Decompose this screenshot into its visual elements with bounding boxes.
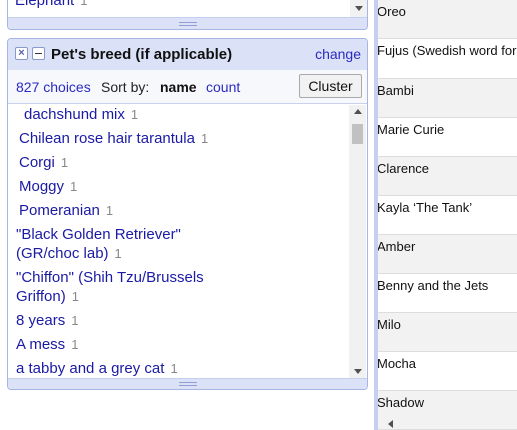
grid-cell[interactable]: Milo xyxy=(378,313,517,352)
facet-choice[interactable]: dachshund mix 1 xyxy=(24,105,351,124)
facet-choice-count: 1 xyxy=(80,0,88,8)
facet-header: × Pet's breed (if applicable) change xyxy=(8,39,367,70)
facet-choice-label[interactable]: "Black Golden Retriever" xyxy=(16,225,346,244)
grid-cell[interactable]: Mocha xyxy=(378,352,517,391)
grid-cell[interactable]: Amber xyxy=(378,235,517,274)
facet-resize-handle[interactable] xyxy=(8,378,367,389)
data-grid: Oreo Fujus (Swedish word for Bambi Marie… xyxy=(378,0,517,430)
facet-choice[interactable]: Pomeranian 1 xyxy=(19,201,349,220)
grid-cell[interactable]: Shadow xyxy=(378,391,517,430)
facet-title: Pet's breed (if applicable) xyxy=(51,46,233,63)
cluster-button[interactable]: Cluster xyxy=(299,74,362,98)
facet-choice-count: 1 xyxy=(114,246,122,261)
facet-choice-label[interactable]: Chilean rose hair tarantula xyxy=(19,130,195,147)
facet-choice-label[interactable]: "Chiffon" (Shih Tzu/Brussels xyxy=(16,268,346,287)
facet-choice-label[interactable]: Moggy xyxy=(19,178,64,195)
grid-cell-text: Benny and the Jets xyxy=(378,278,489,293)
scroll-down-arrow-icon[interactable] xyxy=(355,6,363,11)
grid-cell[interactable]: Fujus (Swedish word for xyxy=(378,39,517,79)
facet-choice-list: dachshund mix 1 Chilean rose hair tarantu… xyxy=(8,105,351,379)
grid-cell-text: Fujus (Swedish word for xyxy=(378,43,517,58)
grid-cell-text: Mocha xyxy=(378,356,417,371)
change-link[interactable]: change xyxy=(315,46,361,62)
facet-choice-label[interactable]: 8 years xyxy=(16,312,65,329)
sort-by-name[interactable]: name xyxy=(160,79,197,95)
grid-cell-text: Shadow xyxy=(378,395,424,410)
facet-choice-label[interactable]: Corgi xyxy=(19,154,55,171)
facet-choice[interactable]: 8 years 1 xyxy=(16,311,346,330)
scrollbar[interactable] xyxy=(350,0,367,18)
facet-choice-count: 1 xyxy=(200,131,209,146)
facet-choice-label[interactable]: A mess xyxy=(16,336,65,353)
scroll-down-arrow-icon[interactable] xyxy=(354,369,362,374)
grid-cell[interactable]: Bambi xyxy=(378,79,517,118)
facet-choice[interactable]: Elephant 1 xyxy=(15,0,87,9)
openrefine-workspace: Elephant1 F × Pet's breed (if applicable… xyxy=(0,0,517,430)
facet-choice-label[interactable]: a tabby and a grey cat xyxy=(16,360,164,377)
grip-line-icon xyxy=(178,25,197,26)
scroll-left-arrow-icon[interactable] xyxy=(388,420,393,428)
facet-choice-count: 1 xyxy=(170,361,178,376)
grid-cell-text: Amber xyxy=(378,239,416,254)
grip-line-icon xyxy=(178,22,197,23)
close-icon[interactable]: × xyxy=(15,47,28,60)
breed-facet: × Pet's breed (if applicable) change 827… xyxy=(7,38,368,390)
grid-cell[interactable]: Benny and the Jets xyxy=(378,274,517,313)
facet-choice-label-cont[interactable]: (GR/choc lab) xyxy=(16,245,109,262)
facet-choice-count: 1 xyxy=(60,155,69,170)
facet-choice-count: 1 xyxy=(70,179,78,194)
facet-choice-label[interactable]: Pomeranian xyxy=(19,202,100,219)
facet-choice[interactable]: "Black Golden Retriever" (GR/choc lab) 1 xyxy=(16,225,346,263)
facet-choice[interactable]: Chilean rose hair tarantula 1 xyxy=(19,129,349,148)
grip-line-icon xyxy=(178,382,197,383)
scrollbar-thumb[interactable] xyxy=(352,124,363,144)
grid-cell-text: Clarence xyxy=(378,161,430,176)
sort-by-count-link[interactable]: count xyxy=(206,79,240,95)
facet-choice[interactable]: A mess 1 xyxy=(16,335,346,354)
facet-resize-handle[interactable] xyxy=(8,17,367,29)
grid-cell[interactable]: Marie Curie xyxy=(378,118,517,157)
facet-panel: Elephant1 F × Pet's breed (if applicable… xyxy=(0,0,374,430)
grid-cell-text: Marie Curie xyxy=(378,122,445,137)
grid-cell-text: Milo xyxy=(378,317,401,332)
facet-choice[interactable]: Corgi 1 xyxy=(19,153,349,172)
facet-choice[interactable]: "Chiffon" (Shih Tzu/Brussels Griffon) 1 xyxy=(16,268,346,306)
grip-line-icon xyxy=(178,385,197,386)
facet-choice[interactable]: a tabby and a grey cat 1 xyxy=(16,359,346,378)
grid-cell-text: Oreo xyxy=(378,4,406,19)
grid-cell[interactable]: Clarence xyxy=(378,157,517,196)
previous-facet: Elephant1 F xyxy=(7,0,368,30)
facet-controls: 827 choices Sort by: name count Cluster xyxy=(8,70,367,104)
choices-count-link[interactable]: 827 choices xyxy=(16,79,91,95)
facet-choice-count: 1 xyxy=(105,203,114,218)
facet-choice-count: 1 xyxy=(130,107,139,122)
facet-choice-count: 1 xyxy=(71,337,79,352)
sort-by-label: Sort by: xyxy=(101,79,150,95)
scroll-up-arrow-icon[interactable] xyxy=(354,109,362,114)
facet-choice-count: 1 xyxy=(71,289,79,304)
grid-cell[interactable]: Kayla ‘The Tank’ xyxy=(378,196,517,235)
grid-cell-text: Bambi xyxy=(378,83,414,98)
choice-list-scrollbar[interactable] xyxy=(349,105,366,379)
facet-choice-label-cont[interactable]: Griffon) xyxy=(16,288,66,305)
minimize-icon[interactable] xyxy=(32,47,45,60)
grid-cell-text: Kayla ‘The Tank’ xyxy=(378,200,473,215)
facet-choice-label[interactable]: dachshund mix xyxy=(24,106,125,123)
grid-cell[interactable]: Oreo xyxy=(378,0,517,39)
facet-choice-label[interactable]: Elephant xyxy=(15,0,74,9)
facet-choice[interactable]: Moggy 1 xyxy=(19,177,349,196)
facet-choice-count: 1 xyxy=(71,313,79,328)
